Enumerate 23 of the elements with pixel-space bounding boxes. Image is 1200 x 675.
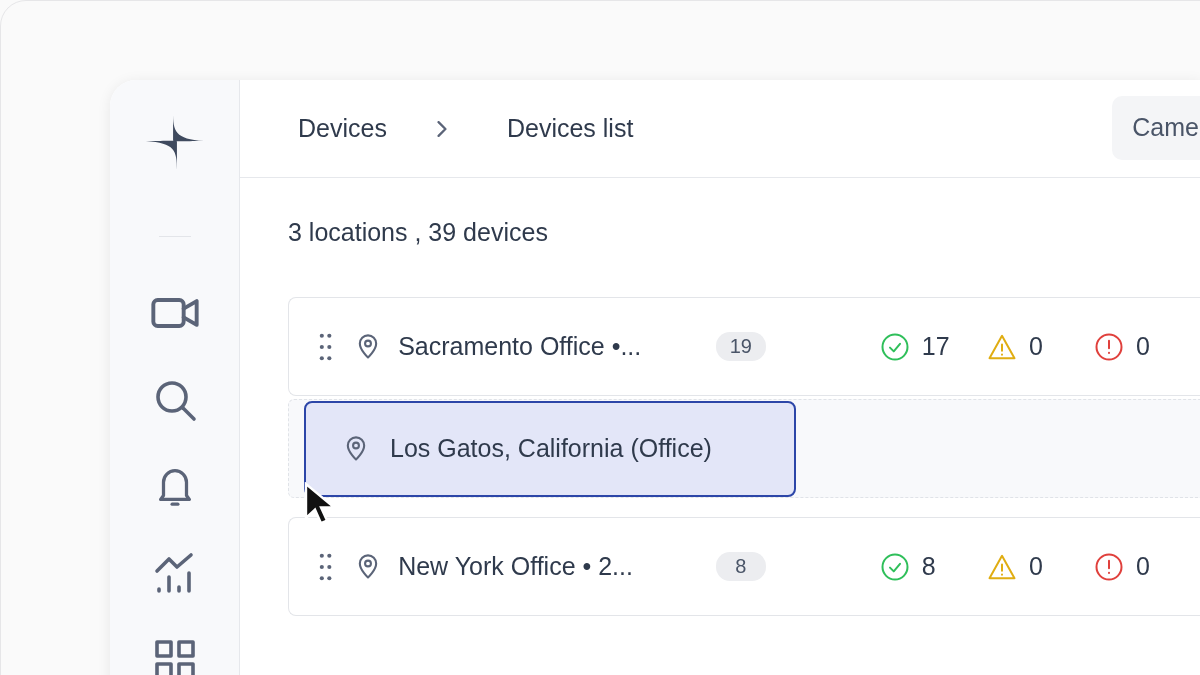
device-count: 8 <box>715 552 767 581</box>
chevron-right-icon <box>436 120 447 137</box>
breadcrumb-link[interactable]: Devices <box>298 114 387 143</box>
warning-count: 0 <box>1028 552 1043 581</box>
location-row[interactable]: New York Office • 2... 8 8 0 0 <box>288 517 1200 616</box>
check-circle-icon <box>879 331 910 362</box>
error-icon <box>1093 331 1124 362</box>
device-count: 19 <box>715 332 767 361</box>
location-row[interactable]: Sacramento Office •... 19 17 0 0 <box>288 297 1200 396</box>
error-count: 0 <box>1135 552 1150 581</box>
check-circle-icon <box>879 551 910 582</box>
location-name: Los Gatos, California (Office) <box>390 434 712 463</box>
breadcrumb-current[interactable]: Devices list <box>506 114 634 143</box>
online-count: 17 <box>921 332 950 361</box>
header-button[interactable]: Came <box>1112 95 1200 160</box>
dragged-location-card[interactable]: Los Gatos, California (Office) <box>304 400 796 497</box>
warning-count: 0 <box>1028 332 1043 361</box>
summary-text: 3 locations , 39 devices <box>288 218 549 247</box>
online-count: 8 <box>921 552 936 581</box>
location-name: New York Office • 2... <box>398 552 634 581</box>
location-name: Sacramento Office •... <box>398 332 643 361</box>
error-count: 0 <box>1135 332 1150 361</box>
error-icon <box>1093 551 1124 582</box>
